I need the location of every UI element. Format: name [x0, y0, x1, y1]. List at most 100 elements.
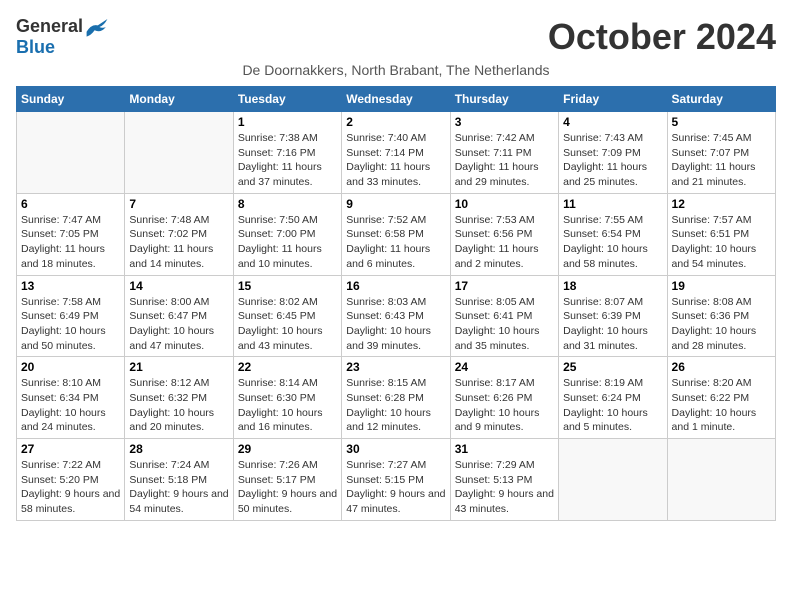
day-number: 26: [672, 360, 771, 374]
calendar-day-cell: 20 Sunrise: 8:10 AMSunset: 6:34 PMDayligh…: [17, 357, 125, 439]
calendar-week-row: 1 Sunrise: 7:38 AMSunset: 7:16 PMDaylight…: [17, 112, 776, 194]
day-info: Sunrise: 8:10 AMSunset: 6:34 PMDaylight:…: [21, 376, 120, 435]
calendar-header-wednesday: Wednesday: [342, 87, 450, 112]
calendar-table: SundayMondayTuesdayWednesdayThursdayFrid…: [16, 86, 776, 521]
calendar-day-cell: 27Sunrise: 7:22 AMSunset: 5:20 PMDayligh…: [17, 439, 125, 521]
calendar-week-row: 13Sunrise: 7:58 AMSunset: 6:49 PMDayligh…: [17, 275, 776, 357]
day-number: 8: [238, 197, 337, 211]
day-number: 20: [21, 360, 120, 374]
day-number: 30: [346, 442, 445, 456]
calendar-day-cell: 12 Sunrise: 7:57 AMSunset: 6:51 PMDayligh…: [667, 193, 775, 275]
month-title: October 2024: [548, 16, 776, 58]
day-number: 17: [455, 279, 554, 293]
calendar-day-cell: 3Sunrise: 7:42 AMSunset: 7:11 PMDaylight…: [450, 112, 558, 194]
day-number: 5: [672, 115, 771, 129]
calendar-header-monday: Monday: [125, 87, 233, 112]
calendar-day-cell: 8 Sunrise: 7:50 AMSunset: 7:00 PMDaylight…: [233, 193, 341, 275]
day-number: 7: [129, 197, 228, 211]
day-number: 13: [21, 279, 120, 293]
day-info: Sunrise: 7:24 AMSunset: 5:18 PMDaylight:…: [129, 458, 228, 517]
day-info: Sunrise: 7:57 AMSunset: 6:51 PMDaylight:…: [672, 213, 771, 272]
calendar-day-cell: 29 Sunrise: 7:26 AMSunset: 5:17 PMDayligh…: [233, 439, 341, 521]
calendar-day-cell: [667, 439, 775, 521]
day-number: 1: [238, 115, 337, 129]
day-number: 29: [238, 442, 337, 456]
calendar-header-thursday: Thursday: [450, 87, 558, 112]
calendar-header-friday: Friday: [559, 87, 667, 112]
day-info: Sunrise: 7:38 AMSunset: 7:16 PMDaylight:…: [238, 131, 337, 190]
logo-bird-icon: [85, 17, 109, 37]
logo-general-text: General: [16, 16, 83, 37]
calendar-header-sunday: Sunday: [17, 87, 125, 112]
day-number: 23: [346, 360, 445, 374]
day-number: 2: [346, 115, 445, 129]
calendar-day-cell: [559, 439, 667, 521]
day-number: 12: [672, 197, 771, 211]
day-info: Sunrise: 7:45 AMSunset: 7:07 PMDaylight:…: [672, 131, 771, 190]
calendar-day-cell: 16 Sunrise: 8:03 AMSunset: 6:43 PMDayligh…: [342, 275, 450, 357]
day-info: Sunrise: 8:14 AMSunset: 6:30 PMDaylight:…: [238, 376, 337, 435]
day-info: Sunrise: 8:00 AMSunset: 6:47 PMDaylight:…: [129, 295, 228, 354]
day-info: Sunrise: 7:52 AMSunset: 6:58 PMDaylight:…: [346, 213, 445, 272]
calendar-day-cell: 2 Sunrise: 7:40 AMSunset: 7:14 PMDaylight…: [342, 112, 450, 194]
calendar-week-row: 20 Sunrise: 8:10 AMSunset: 6:34 PMDayligh…: [17, 357, 776, 439]
calendar-day-cell: 25Sunrise: 8:19 AMSunset: 6:24 PMDayligh…: [559, 357, 667, 439]
calendar-day-cell: 22Sunrise: 8:14 AMSunset: 6:30 PMDayligh…: [233, 357, 341, 439]
calendar-day-cell: 4 Sunrise: 7:43 AMSunset: 7:09 PMDaylight…: [559, 112, 667, 194]
day-info: Sunrise: 7:40 AMSunset: 7:14 PMDaylight:…: [346, 131, 445, 190]
day-info: Sunrise: 8:08 AMSunset: 6:36 PMDaylight:…: [672, 295, 771, 354]
calendar-day-cell: 7 Sunrise: 7:48 AMSunset: 7:02 PMDaylight…: [125, 193, 233, 275]
day-number: 28: [129, 442, 228, 456]
header: General Blue October 2024: [16, 16, 776, 58]
day-info: Sunrise: 7:43 AMSunset: 7:09 PMDaylight:…: [563, 131, 662, 190]
calendar-day-cell: 21 Sunrise: 8:12 AMSunset: 6:32 PMDayligh…: [125, 357, 233, 439]
day-number: 18: [563, 279, 662, 293]
day-info: Sunrise: 7:53 AMSunset: 6:56 PMDaylight:…: [455, 213, 554, 272]
logo-blue-text: Blue: [16, 37, 55, 58]
day-info: Sunrise: 7:50 AMSunset: 7:00 PMDaylight:…: [238, 213, 337, 272]
day-number: 14: [129, 279, 228, 293]
day-number: 9: [346, 197, 445, 211]
calendar-header-tuesday: Tuesday: [233, 87, 341, 112]
day-number: 11: [563, 197, 662, 211]
calendar-day-cell: 11 Sunrise: 7:55 AMSunset: 6:54 PMDayligh…: [559, 193, 667, 275]
calendar-day-cell: 10 Sunrise: 7:53 AMSunset: 6:56 PMDayligh…: [450, 193, 558, 275]
day-info: Sunrise: 7:55 AMSunset: 6:54 PMDaylight:…: [563, 213, 662, 272]
calendar-day-cell: 28 Sunrise: 7:24 AMSunset: 5:18 PMDayligh…: [125, 439, 233, 521]
calendar-day-cell: 24Sunrise: 8:17 AMSunset: 6:26 PMDayligh…: [450, 357, 558, 439]
day-number: 19: [672, 279, 771, 293]
day-info: Sunrise: 7:26 AMSunset: 5:17 PMDaylight:…: [238, 458, 337, 517]
day-number: 10: [455, 197, 554, 211]
day-info: Sunrise: 8:05 AMSunset: 6:41 PMDaylight:…: [455, 295, 554, 354]
calendar-header-row: SundayMondayTuesdayWednesdayThursdayFrid…: [17, 87, 776, 112]
day-number: 16: [346, 279, 445, 293]
day-number: 31: [455, 442, 554, 456]
calendar-day-cell: 30Sunrise: 7:27 AMSunset: 5:15 PMDayligh…: [342, 439, 450, 521]
day-number: 4: [563, 115, 662, 129]
calendar-day-cell: 17 Sunrise: 8:05 AMSunset: 6:41 PMDayligh…: [450, 275, 558, 357]
day-info: Sunrise: 7:29 AMSunset: 5:13 PMDaylight:…: [455, 458, 554, 517]
day-info: Sunrise: 7:48 AMSunset: 7:02 PMDaylight:…: [129, 213, 228, 272]
day-number: 15: [238, 279, 337, 293]
calendar-day-cell: 18Sunrise: 8:07 AMSunset: 6:39 PMDayligh…: [559, 275, 667, 357]
day-info: Sunrise: 7:42 AMSunset: 7:11 PMDaylight:…: [455, 131, 554, 190]
calendar-day-cell: 13Sunrise: 7:58 AMSunset: 6:49 PMDayligh…: [17, 275, 125, 357]
calendar-day-cell: 14 Sunrise: 8:00 AMSunset: 6:47 PMDayligh…: [125, 275, 233, 357]
day-info: Sunrise: 8:12 AMSunset: 6:32 PMDaylight:…: [129, 376, 228, 435]
calendar-day-cell: [125, 112, 233, 194]
calendar-day-cell: 26Sunrise: 8:20 AMSunset: 6:22 PMDayligh…: [667, 357, 775, 439]
day-number: 21: [129, 360, 228, 374]
calendar-day-cell: 5 Sunrise: 7:45 AMSunset: 7:07 PMDaylight…: [667, 112, 775, 194]
logo: General Blue: [16, 16, 109, 58]
day-number: 25: [563, 360, 662, 374]
subtitle: De Doornakkers, North Brabant, The Nethe…: [16, 62, 776, 78]
day-number: 24: [455, 360, 554, 374]
day-info: Sunrise: 7:47 AMSunset: 7:05 PMDaylight:…: [21, 213, 120, 272]
calendar-day-cell: 6Sunrise: 7:47 AMSunset: 7:05 PMDaylight…: [17, 193, 125, 275]
calendar-day-cell: 15Sunrise: 8:02 AMSunset: 6:45 PMDayligh…: [233, 275, 341, 357]
calendar-day-cell: 31 Sunrise: 7:29 AMSunset: 5:13 PMDayligh…: [450, 439, 558, 521]
calendar-day-cell: 19 Sunrise: 8:08 AMSunset: 6:36 PMDayligh…: [667, 275, 775, 357]
calendar-week-row: 6Sunrise: 7:47 AMSunset: 7:05 PMDaylight…: [17, 193, 776, 275]
day-info: Sunrise: 8:03 AMSunset: 6:43 PMDaylight:…: [346, 295, 445, 354]
calendar-day-cell: [17, 112, 125, 194]
